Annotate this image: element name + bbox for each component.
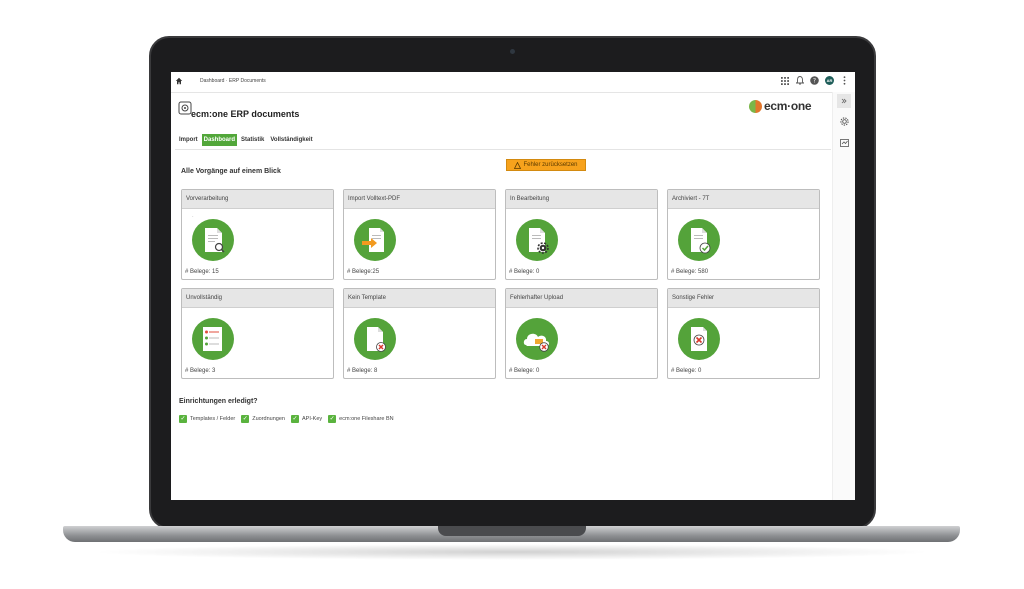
setup-item-fileshare[interactable]: ✓ ecm:one Fileshare BN <box>328 415 394 423</box>
card-count: # Belege: 15 <box>185 269 219 275</box>
card-title: In Bearbeitung <box>506 190 657 209</box>
status-card-fehlerhafter-upload[interactable]: Fehlerhafter Upload # Belege: 0 <box>505 288 658 379</box>
top-icons: ? AR <box>780 76 849 85</box>
card-count: # Belege: 0 <box>671 368 702 374</box>
card-title: Sonstige Fehler <box>668 289 819 308</box>
reset-errors-button[interactable]: Fehler zurücksetzen <box>506 159 586 171</box>
card-count: # Belege: 3 <box>185 368 216 374</box>
app-screen: Dashboard · ERP Documents ? AR ecm:one E… <box>171 72 855 500</box>
svg-text:?: ? <box>813 78 816 85</box>
document-import-icon <box>354 219 396 261</box>
brand-mark-icon <box>749 99 762 113</box>
user-avatar[interactable]: AR <box>825 76 834 85</box>
document-search-icon <box>192 219 234 261</box>
checkbox-checked-icon[interactable]: ✓ <box>241 415 250 423</box>
tab-dashboard[interactable]: Dashboard <box>201 134 238 146</box>
status-card-unvollstaendig[interactable]: Unvollständig # Belege: 3 <box>181 288 334 379</box>
page-title: ecm:one ERP documents <box>191 109 300 119</box>
card-title: Archiviert - 7T <box>668 190 819 209</box>
card-count: # Belege: 8 <box>347 368 378 374</box>
status-card-archiviert[interactable]: Archiviert - 7T # Belege: 580 <box>667 189 820 280</box>
warning-icon <box>514 161 522 169</box>
bell-icon[interactable] <box>795 76 804 85</box>
top-bar: Dashboard · ERP Documents ? AR <box>171 72 855 93</box>
document-check-icon <box>678 219 720 261</box>
tab-vollstaendigkeit[interactable]: Vollständigkeit <box>268 134 314 146</box>
more-vert-icon[interactable] <box>840 76 849 85</box>
card-title: Kein Template <box>344 289 495 308</box>
app-logo-icon <box>178 101 192 115</box>
document-gear-icon <box>516 219 558 261</box>
card-count: # Belege:25 <box>347 269 380 275</box>
tabs-divider <box>175 149 831 150</box>
camera-icon <box>510 49 515 54</box>
setup-item-zuordnungen[interactable]: ✓ Zuordnungen <box>241 415 285 423</box>
setup-checklist: ✓ Templates / Felder ✓ Zuordnungen ✓ API-Ke… <box>179 415 394 423</box>
setup-item-label: Zuordnungen <box>252 416 285 422</box>
collapse-rail-icon[interactable] <box>837 94 851 108</box>
card-title: Import Volltext-PDF <box>344 190 495 209</box>
status-card-in-bearbeitung[interactable]: In Bearbeitung # Belege: 0 <box>505 189 658 280</box>
document-x-icon <box>678 318 720 360</box>
setup-item-label: ecm:one Fileshare BN <box>339 416 394 422</box>
document-error-icon <box>354 318 396 360</box>
tab-statistik[interactable]: Statistik <box>239 134 266 146</box>
setup-item-label: Templates / Felder <box>190 416 236 422</box>
card-title: Fehlerhafter Upload <box>506 289 657 308</box>
card-count: # Belege: 0 <box>509 269 540 275</box>
brand-logo: ecm·one <box>749 99 812 113</box>
help-icon[interactable]: ? <box>810 76 819 85</box>
cloud-error-icon <box>516 318 558 360</box>
report-icon[interactable] <box>837 136 851 150</box>
laptop-notch <box>438 526 586 536</box>
right-rail <box>832 92 855 500</box>
settings-gear-icon[interactable] <box>837 114 851 128</box>
home-icon[interactable] <box>175 77 183 85</box>
setup-title: Einrichtungen erledigt? <box>179 398 258 405</box>
checkbox-checked-icon[interactable]: ✓ <box>290 415 299 423</box>
setup-item-templates[interactable]: ✓ Templates / Felder <box>179 415 235 423</box>
overview-title: Alle Vorgänge auf einem Blick <box>181 168 281 175</box>
checkbox-checked-icon[interactable]: ✓ <box>179 415 187 423</box>
brand-name: ecm·one <box>764 99 812 113</box>
checklist-icon <box>192 318 234 360</box>
card-title: Vorverarbeitung <box>182 190 333 209</box>
setup-item-label: API-Key <box>301 416 323 422</box>
card-title: Unvollständig <box>182 289 333 308</box>
setup-item-api-key[interactable]: ✓ API-Key <box>290 415 323 423</box>
checkbox-checked-icon[interactable]: ✓ <box>328 415 337 423</box>
reset-errors-label: Fehler zurücksetzen <box>523 162 578 168</box>
tab-import[interactable]: Import <box>177 134 200 146</box>
card-count: # Belege: 0 <box>509 368 540 374</box>
status-card-sonstige-fehler[interactable]: Sonstige Fehler # Belege: 0 <box>667 288 820 379</box>
status-card-import-volltext-pdf[interactable]: Import Volltext-PDF # Belege:25 <box>343 189 496 280</box>
status-card-vorverarbeitung[interactable]: Vorverarbeitung · # Belege: 15 <box>181 189 334 280</box>
tab-bar: Import Dashboard Statistik Vollständigke… <box>177 133 315 147</box>
breadcrumb[interactable]: Dashboard · ERP Documents <box>200 78 266 84</box>
laptop-shadow <box>90 544 934 560</box>
card-count: # Belege: 580 <box>671 269 709 275</box>
apps-grid-icon[interactable] <box>780 76 789 85</box>
status-card-kein-template[interactable]: Kein Template # Belege: 8 <box>343 288 496 379</box>
